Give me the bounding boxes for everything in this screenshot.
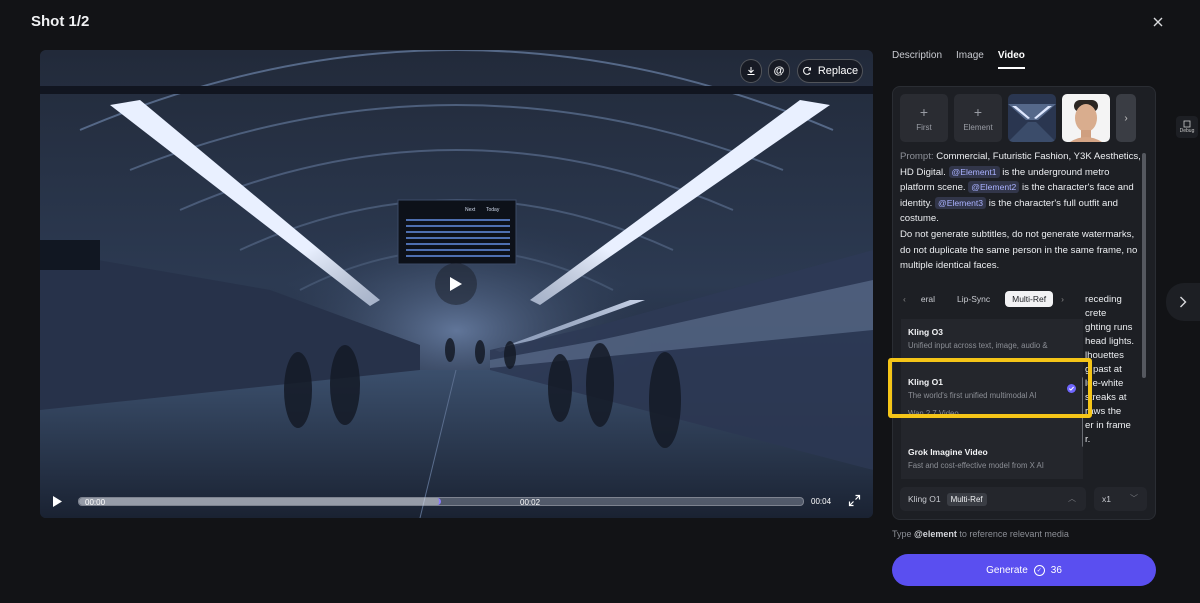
prompt-segment: Do not generate subtitles, do not genera… [900,228,1138,272]
prompt-overflow-text: receding crete ghting runs head lights. … [1085,293,1155,447]
selected-mode-badge: Multi-Ref [946,492,987,506]
reference-thumbs: + First + Element › [900,94,1136,142]
board-header-today: Today [486,207,500,213]
prompt-label: Prompt: [900,151,934,162]
model-name: Grok Imagine Video [908,447,988,457]
count-selector[interactable]: x1 ﹀ [1094,487,1147,511]
hint-keyword: @element [914,529,957,539]
progress-track[interactable]: 00:00 00:02 [78,497,804,507]
overflow-line: ghting runs [1085,322,1133,333]
plus-icon: + [973,103,983,120]
chevron-right-icon: › [1124,112,1128,124]
progress-fill [79,498,441,505]
model-selector[interactable]: Kling O1 Multi-Ref ︿ [900,487,1086,511]
chevron-up-icon: ︿ [1068,494,1076,503]
overflow-line: lue-white [1085,378,1124,389]
element-tag-2[interactable]: @Element2 [968,181,1020,194]
model-desc: Unified input across text, image, audio … [908,341,1048,350]
control-play-button[interactable] [52,495,63,513]
element-tag-1[interactable]: @Element1 [948,165,1000,178]
download-icon [747,67,755,75]
thumbs-next-button[interactable]: › [1116,94,1136,142]
mode-general[interactable]: eral [914,291,942,307]
chevron-right-icon[interactable]: › [1061,294,1064,304]
at-icon: @ [773,65,785,77]
add-first-frame-button[interactable]: + First [900,94,948,142]
element-thumb-scene[interactable] [1008,94,1056,142]
mode-tabs: ‹ eral Lip-Sync Multi-Ref › [903,290,1085,308]
refresh-icon [802,66,811,75]
tab-bar: Description Image Video [892,50,1025,69]
mode-lip-sync[interactable]: Lip-Sync [950,291,997,307]
end-time: 00:04 [811,497,832,506]
video-player[interactable]: Next Today @ Replace 00:00 00:02 00:04 [40,50,873,518]
overflow-line: receding [1085,294,1122,305]
replace-button[interactable]: Replace [797,59,863,83]
overflow-line: crete [1085,308,1107,319]
chevron-down-icon: ﹀ [1130,494,1138,503]
model-option[interactable]: Kling O3 Unified input across text, imag… [908,327,1078,350]
fullscreen-button[interactable] [848,494,861,512]
element-label: Element [963,122,993,132]
fullscreen-icon [848,494,861,507]
chevron-right-icon [1180,296,1187,308]
count-value: x1 [1102,494,1111,504]
overflow-line: g past at [1085,364,1122,375]
close-button[interactable] [1148,12,1168,32]
tab-video[interactable]: Video [997,50,1025,69]
debug-button[interactable]: Debug [1176,116,1198,138]
generate-cost: 36 [1050,564,1062,576]
model-name: Kling O3 [908,327,943,337]
close-icon [1153,17,1163,27]
credit-icon: ✓ [1033,564,1045,576]
overflow-line: raws the [1085,406,1122,417]
overflow-line: r. [1085,434,1091,445]
generation-panel: + First + Element › Prompt: Commercial, … [892,86,1156,520]
mention-button[interactable]: @ [768,59,790,83]
prompt-text[interactable]: Prompt: Commercial, Futuristic Fashion, … [900,149,1144,274]
replace-label: Replace [817,65,859,77]
scene-thumbnail [1008,94,1056,142]
overflow-line: streaks at [1085,392,1127,403]
download-button[interactable] [740,59,762,83]
chevron-left-icon[interactable]: ‹ [903,294,906,304]
play-icon [450,277,462,291]
board-header-next: Next [465,207,476,213]
model-option[interactable]: Grok Imagine Video Fast and cost-effecti… [908,447,1078,470]
next-shot-button[interactable] [1166,283,1200,321]
page-title: Shot 1/2 [31,13,90,30]
element-tag-3[interactable]: @Element3 [935,196,987,209]
model-desc: Fast and cost-effective model from X AI [908,461,1044,470]
play-icon [53,496,62,507]
prompt-segment: is the character's full outfit and costu… [900,197,1119,225]
generate-label: Generate [986,564,1028,576]
tab-image[interactable]: Image [956,50,984,69]
face-thumbnail [1062,94,1110,142]
debug-label: Debug [1179,128,1195,134]
play-button[interactable] [435,263,477,305]
tab-description[interactable]: Description [892,50,942,69]
debug-icon [1183,120,1191,128]
overflow-line: er in frame [1085,420,1131,431]
hint-prefix: Type [892,529,912,539]
overflow-line: lhouettes [1085,350,1124,361]
selection-highlight [888,358,1092,418]
overflow-line: head lights. [1085,336,1135,347]
add-element-button[interactable]: + Element [954,94,1002,142]
current-time: 00:00 [85,498,106,507]
hint-suffix: to reference relevant media [959,529,1069,539]
generate-button[interactable]: Generate ✓ 36 [892,554,1156,586]
element-thumb-face[interactable] [1062,94,1110,142]
mention-hint: Type @element to reference relevant medi… [892,529,1069,539]
marker-time: 00:02 [520,498,541,507]
first-label: First [916,122,932,132]
selected-model: Kling O1 [908,494,941,504]
mode-multi-ref[interactable]: Multi-Ref [1005,291,1054,307]
video-controls: 00:00 00:02 00:04 [40,488,873,518]
plus-icon: + [919,103,929,120]
